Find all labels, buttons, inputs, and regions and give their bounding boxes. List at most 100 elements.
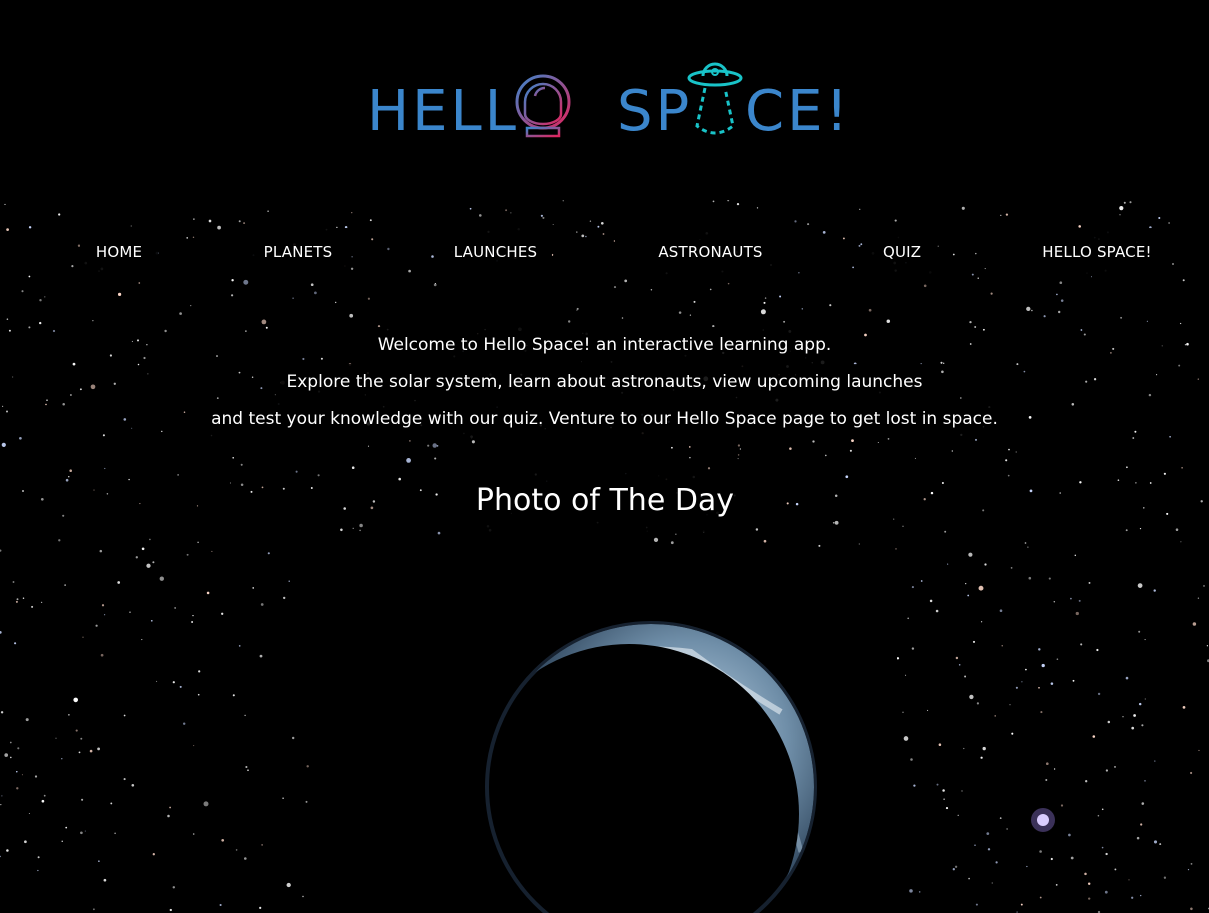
star	[1028, 576, 1032, 580]
star	[129, 611, 131, 613]
star	[1026, 306, 1031, 312]
star	[92, 320, 94, 322]
intro-line-2: Explore the solar system, learn about as…	[280, 364, 929, 401]
nav-item-hello-space[interactable]: HELLO SPACE!	[1026, 228, 1168, 276]
logo-word-hell: HELL	[367, 79, 519, 142]
star	[252, 587, 254, 589]
photo-of-day-image[interactable]	[311, 552, 897, 913]
star	[186, 553, 189, 556]
star	[95, 624, 98, 627]
star	[167, 814, 170, 818]
star	[306, 765, 309, 768]
star	[261, 319, 267, 325]
star	[542, 216, 545, 219]
star	[969, 320, 972, 324]
star	[1031, 309, 1033, 312]
star	[14, 642, 17, 645]
star	[25, 718, 29, 722]
star	[1197, 597, 1200, 599]
star	[283, 596, 286, 600]
star	[370, 506, 374, 510]
star	[261, 486, 264, 489]
star	[1056, 658, 1059, 661]
star	[437, 531, 441, 535]
star	[1206, 645, 1209, 647]
star	[80, 831, 83, 835]
star	[987, 848, 991, 851]
star	[117, 292, 122, 297]
star	[1190, 862, 1193, 865]
star	[1027, 546, 1029, 548]
star	[31, 605, 34, 608]
star	[1048, 577, 1051, 580]
star	[21, 774, 23, 776]
star	[135, 556, 138, 559]
nav-item-astronauts[interactable]: ASTRONAUTS	[643, 228, 778, 276]
nav-item-quiz[interactable]: QUIZ	[869, 228, 935, 276]
star	[1024, 542, 1027, 544]
star	[190, 304, 192, 307]
star	[650, 289, 653, 291]
star	[69, 469, 72, 472]
star	[994, 715, 996, 717]
star	[1101, 846, 1104, 849]
star	[763, 301, 766, 304]
star	[259, 654, 263, 658]
star	[964, 675, 967, 678]
star	[101, 604, 105, 607]
nav-item-home[interactable]: HOME	[80, 228, 158, 276]
nav-item-planets[interactable]: PLANETS	[249, 228, 347, 276]
star	[1041, 663, 1045, 668]
star	[1015, 686, 1018, 689]
star	[1029, 489, 1033, 493]
star	[97, 747, 100, 751]
star	[935, 609, 939, 613]
star	[944, 530, 947, 533]
star	[1163, 876, 1167, 879]
nav-item-launches[interactable]: LAUNCHES	[439, 228, 552, 276]
star	[978, 585, 984, 591]
star	[93, 489, 95, 491]
star	[1050, 682, 1054, 685]
star	[1203, 584, 1205, 587]
star	[952, 868, 955, 871]
star	[670, 541, 674, 545]
star	[801, 308, 804, 310]
star	[727, 282, 730, 285]
star	[1026, 865, 1028, 868]
star	[343, 507, 346, 510]
star	[22, 597, 25, 600]
star	[812, 440, 815, 443]
star	[16, 787, 19, 790]
star	[128, 478, 130, 481]
star	[540, 214, 544, 217]
star	[1088, 897, 1091, 900]
star	[905, 674, 907, 676]
star	[1, 795, 3, 797]
star	[34, 775, 38, 778]
star	[895, 548, 897, 550]
star	[942, 789, 945, 792]
star	[961, 206, 965, 210]
star	[230, 294, 234, 297]
star	[232, 457, 234, 459]
star	[243, 222, 246, 225]
star	[169, 908, 172, 912]
star	[240, 463, 243, 466]
star	[954, 865, 958, 868]
star	[1163, 472, 1166, 475]
star	[317, 474, 320, 477]
star	[351, 212, 353, 214]
star	[1060, 299, 1064, 302]
site-logo[interactable]: HELL SP CE!	[365, 58, 848, 144]
star	[1097, 814, 1100, 817]
star	[1068, 833, 1071, 837]
star	[851, 439, 854, 442]
star	[1020, 903, 1023, 906]
star	[291, 736, 295, 740]
page: HELL SP CE! HOME PLANETS LAUNCHES ASTRON…	[0, 0, 1209, 913]
star	[169, 806, 171, 809]
star	[980, 756, 983, 759]
star	[678, 311, 682, 314]
star	[911, 647, 915, 650]
